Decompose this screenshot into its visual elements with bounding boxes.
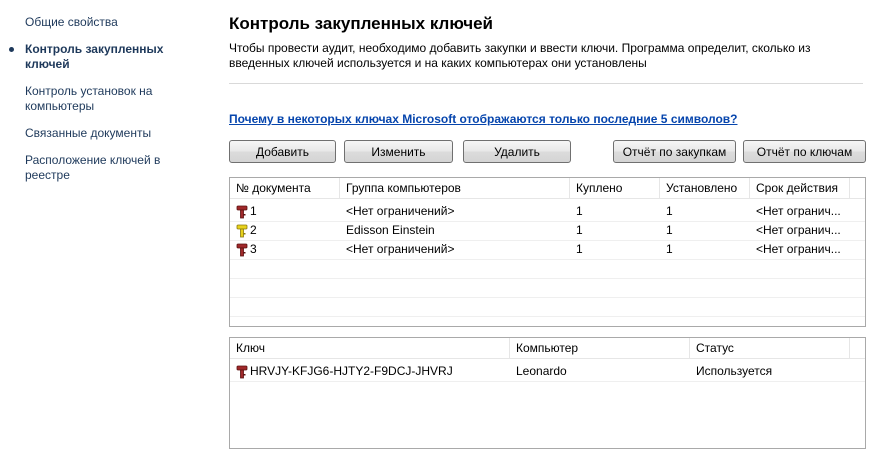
sidebar-item-purchased-keys[interactable]: Контроль закупленных ключей bbox=[9, 42, 185, 72]
sidebar-item-registry[interactable]: Расположение ключей в реестре bbox=[25, 153, 185, 183]
help-link[interactable]: Почему в некоторых ключах Microsoft отоб… bbox=[229, 112, 738, 126]
red-key-icon bbox=[236, 243, 248, 257]
table-row[interactable]: 1 <Нет ограничений> 1 1 <Нет огранич... bbox=[230, 202, 865, 222]
sidebar-item-general[interactable]: Общие свойства bbox=[25, 15, 185, 30]
purchases-table-header: № документа Группа компьютеров Куплено У… bbox=[230, 178, 865, 199]
doc-number: 1 bbox=[250, 204, 257, 218]
sidebar-item-label: Контроль закупленных ключей bbox=[25, 42, 164, 71]
installed-cell: 1 bbox=[666, 204, 673, 218]
column-header-status[interactable]: Статус bbox=[690, 338, 850, 358]
group-cell: Edisson Einstein bbox=[346, 223, 435, 237]
delete-button[interactable]: Удалить bbox=[463, 140, 571, 163]
table-row[interactable]: 2 Edisson Einstein 1 1 <Нет огранич... bbox=[230, 221, 865, 241]
add-button[interactable]: Добавить bbox=[229, 140, 336, 163]
active-bullet-icon bbox=[9, 47, 14, 52]
group-cell: <Нет ограничений> bbox=[346, 242, 455, 256]
key-cell: HRVJY-KFJG6-HJTY2-F9DCJ-JHVRJ bbox=[230, 362, 510, 381]
key-value: HRVJY-KFJG6-HJTY2-F9DCJ-JHVRJ bbox=[250, 364, 453, 378]
expiry-cell: <Нет огранич... bbox=[756, 242, 841, 256]
red-key-icon bbox=[236, 365, 248, 379]
computer-cell: Leonardo bbox=[516, 364, 567, 378]
sidebar-item-related-docs[interactable]: Связанные документы bbox=[25, 126, 185, 141]
group-cell: <Нет ограничений> bbox=[346, 204, 455, 218]
installed-cell: 1 bbox=[666, 223, 673, 237]
table-row[interactable]: 3 <Нет ограничений> 1 1 <Нет огранич... bbox=[230, 240, 865, 260]
column-header-computer[interactable]: Компьютер bbox=[510, 338, 690, 358]
status-cell: Используется bbox=[696, 364, 773, 378]
column-header-expiry[interactable]: Срок действия bbox=[750, 178, 850, 198]
doc-cell: 3 bbox=[230, 240, 340, 259]
column-header-installed[interactable]: Установлено bbox=[660, 178, 750, 198]
bought-cell: 1 bbox=[576, 204, 583, 218]
bought-cell: 1 bbox=[576, 223, 583, 237]
keys-table[interactable]: Ключ Компьютер Статус HRVJY-KFJG6-HJTY2-… bbox=[229, 337, 866, 449]
doc-number: 3 bbox=[250, 242, 257, 256]
sidebar-item-installations[interactable]: Контроль установок на компьютеры bbox=[25, 84, 185, 114]
doc-cell: 1 bbox=[230, 202, 340, 221]
empty-row bbox=[230, 297, 865, 317]
doc-cell: 2 bbox=[230, 221, 340, 240]
installed-cell: 1 bbox=[666, 242, 673, 256]
red-key-icon bbox=[236, 205, 248, 219]
sidebar: Общие свойства Контроль закупленных ключ… bbox=[0, 0, 200, 443]
sidebar-item-label: Связанные документы bbox=[25, 126, 152, 140]
bought-cell: 1 bbox=[576, 242, 583, 256]
divider bbox=[229, 83, 863, 84]
column-header-doc[interactable]: № документа bbox=[230, 178, 340, 198]
report-purchases-button[interactable]: Отчёт по закупкам bbox=[613, 140, 736, 163]
doc-number: 2 bbox=[250, 223, 257, 237]
keys-table-header: Ключ Компьютер Статус bbox=[230, 338, 865, 359]
expiry-cell: <Нет огранич... bbox=[756, 223, 841, 237]
empty-row bbox=[230, 259, 865, 279]
report-keys-button[interactable]: Отчёт по ключам bbox=[743, 140, 866, 163]
yellow-key-icon bbox=[236, 224, 248, 238]
column-header-key[interactable]: Ключ bbox=[230, 338, 510, 358]
column-header-group[interactable]: Группа компьютеров bbox=[340, 178, 570, 198]
page-description: Чтобы провести аудит, необходимо добавит… bbox=[229, 41, 811, 70]
edit-button[interactable]: Изменить bbox=[344, 140, 453, 163]
sidebar-item-label: Расположение ключей в реестре bbox=[25, 153, 161, 182]
column-header-bought[interactable]: Куплено bbox=[570, 178, 660, 198]
purchases-table[interactable]: № документа Группа компьютеров Куплено У… bbox=[229, 177, 866, 327]
sidebar-item-label: Контроль установок на компьютеры bbox=[25, 84, 153, 113]
table-row[interactable]: HRVJY-KFJG6-HJTY2-F9DCJ-JHVRJ Leonardo И… bbox=[230, 362, 865, 382]
empty-row bbox=[230, 278, 865, 298]
sidebar-item-label: Общие свойства bbox=[25, 15, 118, 29]
page-title: Контроль закупленных ключей bbox=[229, 14, 494, 33]
expiry-cell: <Нет огранич... bbox=[756, 204, 841, 218]
